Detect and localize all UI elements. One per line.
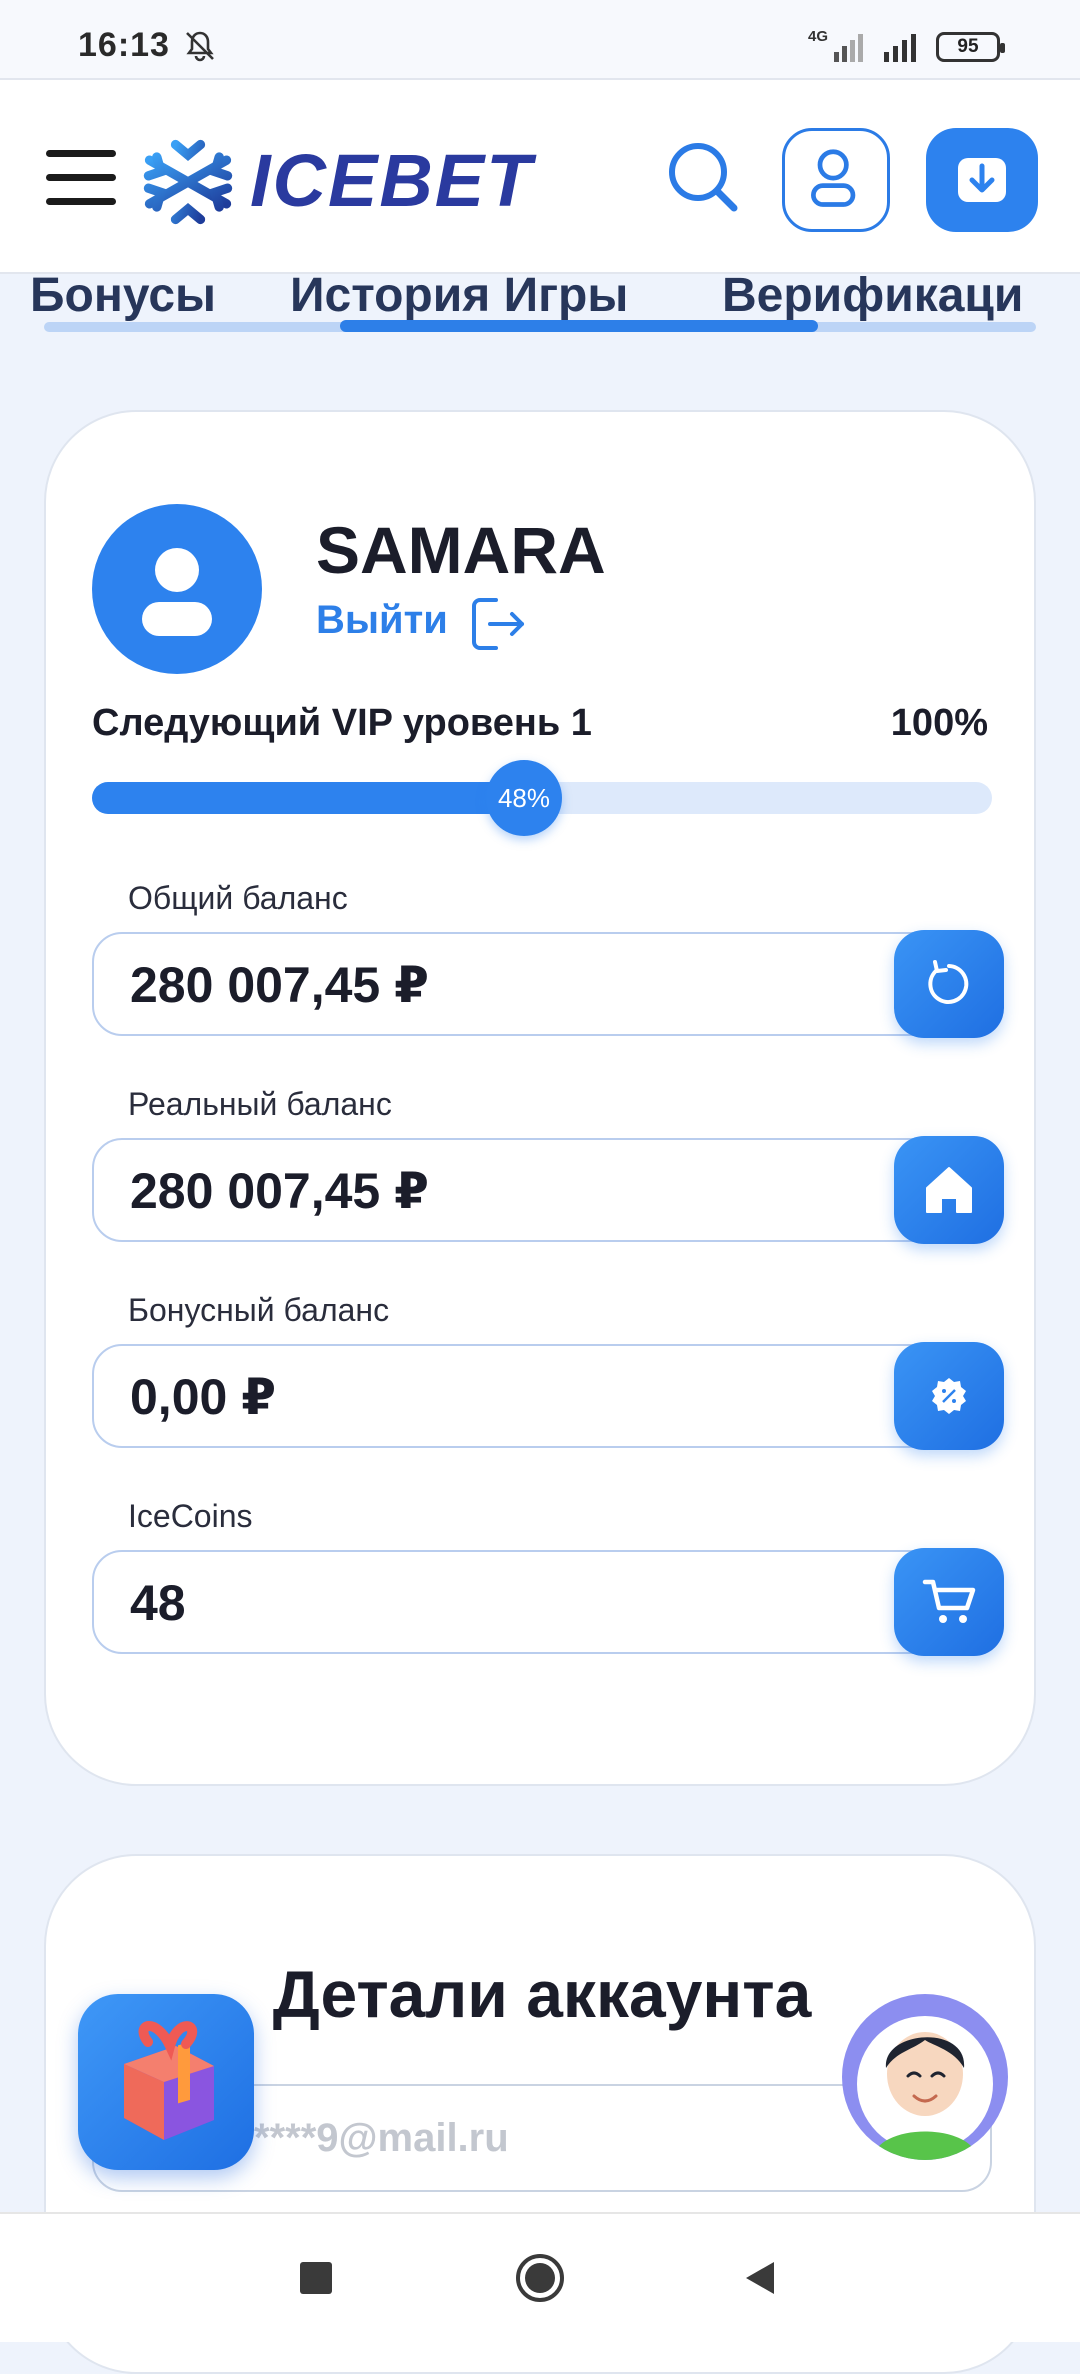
avatar	[92, 504, 262, 674]
real-balance-value: 280 007,45 ₽	[130, 1163, 429, 1219]
tab-verification[interactable]: Верификаци	[722, 268, 1023, 323]
discount-badge-icon	[932, 1378, 966, 1414]
download-icon	[958, 158, 1006, 202]
support-avatar-icon	[857, 2016, 993, 2160]
home-nav-icon[interactable]	[514, 2252, 566, 2304]
bonus-balance-field: 0,00 ₽	[92, 1344, 992, 1448]
username: SAMARA	[316, 513, 606, 587]
system-nav-bar	[0, 2212, 1080, 2342]
tab-active-indicator	[340, 320, 818, 332]
total-balance-value: 280 007,45 ₽	[130, 957, 429, 1013]
real-balance-button[interactable]	[894, 1136, 1004, 1244]
vip-progress-bar: 48%	[92, 760, 992, 836]
gift-button[interactable]	[78, 1994, 254, 2170]
profile-card: SAMARA Выйти Следующий VIP уровень 1 100…	[44, 410, 1036, 1786]
email-value: ****9@mail.ru	[254, 2116, 509, 2160]
bonus-balance-button[interactable]	[894, 1342, 1004, 1450]
snowflake-logo-icon	[143, 133, 233, 231]
vip-progress-knob: 48%	[486, 760, 562, 836]
refresh-icon	[928, 960, 969, 1004]
brand-logo[interactable]: ICEBET	[250, 138, 533, 223]
download-button[interactable]	[926, 128, 1038, 232]
icecoins-value: 48	[130, 1575, 186, 1631]
total-balance-field: 280 007,45 ₽	[92, 932, 992, 1036]
vip-progress-fill	[92, 782, 524, 814]
bonus-balance-value: 0,00 ₽	[130, 1369, 276, 1425]
vip-level-label: Следующий VIP уровень 1	[92, 702, 592, 744]
logout-link[interactable]: Выйти	[316, 598, 448, 643]
bell-muted-icon	[186, 31, 214, 62]
total-balance-label: Общий баланс	[128, 880, 348, 916]
signal-icon	[884, 34, 916, 62]
gift-icon	[124, 2021, 214, 2140]
search-icon[interactable]	[664, 138, 744, 218]
tab-bonuses[interactable]: Бонусы	[30, 268, 216, 323]
refresh-balance-button[interactable]	[894, 930, 1004, 1038]
user-icon	[142, 548, 212, 636]
status-bar: 16:13 4G 95	[0, 0, 1080, 78]
recents-icon[interactable]	[300, 2262, 332, 2294]
signal-icon	[834, 34, 863, 62]
cart-icon	[922, 1579, 976, 1623]
profile-tabs: Бонусы История Игры Верификаци	[0, 262, 1080, 342]
icecoins-shop-button[interactable]	[894, 1548, 1004, 1656]
logout-icon[interactable]	[466, 592, 530, 656]
menu-icon[interactable]	[46, 150, 116, 206]
status-time: 16:13	[78, 26, 170, 64]
battery-icon: 95	[936, 32, 1005, 62]
support-chat-button[interactable]	[842, 1994, 1008, 2160]
real-balance-label: Реальный баланс	[128, 1086, 392, 1122]
vip-target-percent: 100%	[890, 702, 988, 744]
real-balance-field: 280 007,45 ₽	[92, 1138, 992, 1242]
bonus-balance-label: Бонусный баланс	[128, 1292, 390, 1328]
user-icon	[811, 149, 856, 207]
tab-game-history[interactable]: История Игры	[290, 268, 628, 323]
icecoins-label: IceCoins	[128, 1498, 253, 1534]
profile-button[interactable]	[782, 128, 890, 232]
icecoins-field: 48	[92, 1550, 992, 1654]
home-icon	[926, 1167, 972, 1213]
app-header: ICEBET	[0, 78, 1080, 274]
back-icon[interactable]	[740, 2258, 780, 2298]
